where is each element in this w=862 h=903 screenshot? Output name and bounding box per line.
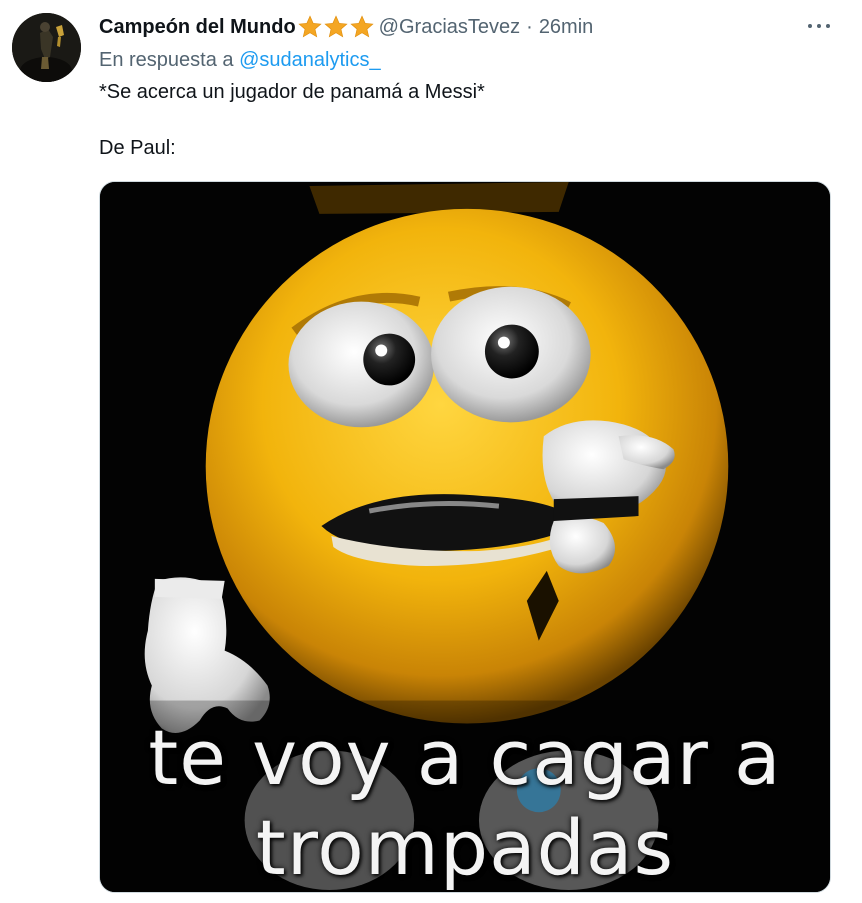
meme-caption-line: te voy a cagar a	[148, 713, 782, 802]
display-name[interactable]: Campeón del Mundo	[99, 14, 296, 40]
tweet-text: *Se acerca un jugador de panamá a Messi*…	[99, 79, 485, 161]
reply-context: En respuesta a @sudanalytics_	[99, 47, 381, 73]
badge-stars	[297, 14, 375, 40]
star-icon	[298, 15, 322, 38]
star-icon	[350, 15, 374, 38]
more-options-icon[interactable]	[808, 20, 830, 32]
tweet-header: Campeón del Mundo @GraciasTevez · 26min	[99, 14, 832, 40]
meme-caption-line: trompadas	[255, 803, 675, 892]
tweet-text-line: De Paul:	[99, 137, 176, 159]
avatar-image	[12, 13, 81, 82]
star-icon	[324, 15, 348, 38]
reply-to-link[interactable]: @sudanalytics_	[239, 49, 380, 71]
timestamp[interactable]: 26min	[539, 14, 593, 40]
avatar[interactable]	[12, 13, 81, 82]
tweet-text-line: *Se acerca un jugador de panamá a Messi*	[99, 81, 485, 103]
reply-prefix: En respuesta a	[99, 49, 234, 71]
user-handle[interactable]: @GraciasTevez	[379, 14, 520, 40]
media-image[interactable]: te voy a cagar a trompadas	[99, 181, 831, 893]
tweet: Campeón del Mundo @GraciasTevez · 26min …	[0, 0, 862, 903]
separator-dot: ·	[526, 16, 533, 38]
